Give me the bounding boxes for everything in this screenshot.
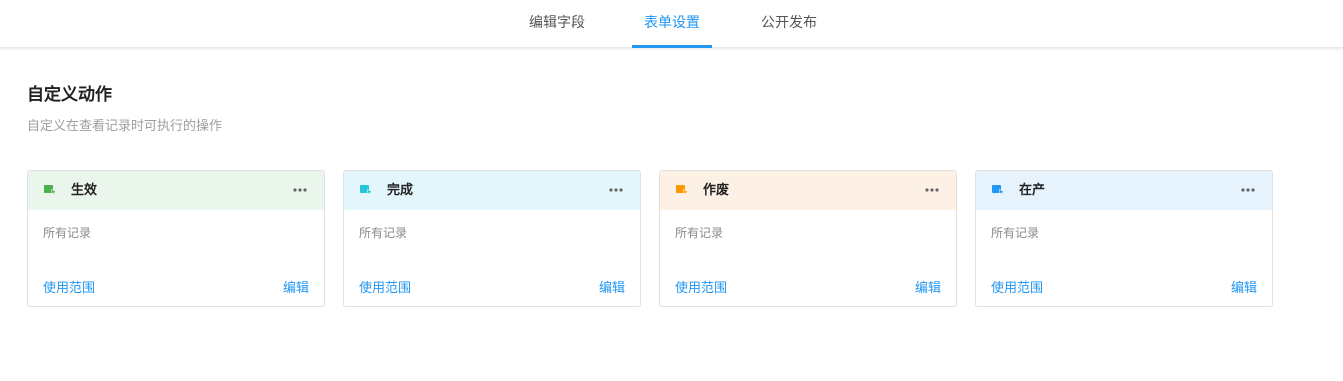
record-scope-text: 所有记录 [675,226,724,240]
cursor-action-icon [44,185,57,195]
record-scope-text: 所有记录 [359,226,408,240]
action-card: 作废 所有记录 使用范围 编辑 [659,170,957,307]
card-title: 作废 [703,183,730,198]
tab-edit-fields[interactable]: 编辑字段 [528,0,586,47]
card-header: 生效 [28,171,324,210]
edit-link[interactable]: 编辑 [599,277,625,296]
more-options-icon[interactable] [1240,183,1256,197]
action-card: 生效 所有记录 使用范围 编辑 [27,170,325,307]
card-header: 作废 [660,171,956,210]
more-options-icon[interactable] [608,183,624,197]
card-title: 在产 [1019,183,1046,198]
usage-scope-link[interactable]: 使用范围 [359,277,411,296]
usage-scope-link[interactable]: 使用范围 [675,277,727,296]
cursor-action-icon [992,185,1005,195]
more-options-icon[interactable] [292,183,308,197]
card-title: 完成 [387,183,414,198]
card-header: 在产 [976,171,1272,210]
record-scope-text: 所有记录 [43,226,92,240]
edit-link[interactable]: 编辑 [283,277,309,296]
tab-form-settings[interactable]: 表单设置 [632,0,712,48]
edit-link[interactable]: 编辑 [915,277,941,296]
cursor-action-icon [676,185,689,195]
card-title: 生效 [71,183,98,198]
usage-scope-link[interactable]: 使用范围 [991,277,1043,296]
section-description: 自定义在查看记录时可执行的操作 [27,119,223,134]
action-card: 完成 所有记录 使用范围 编辑 [343,170,641,307]
more-options-icon[interactable] [924,183,940,197]
top-nav-bar: 编辑字段 表单设置 公开发布 [0,0,1343,48]
usage-scope-link[interactable]: 使用范围 [43,277,95,296]
edit-link[interactable]: 编辑 [1231,277,1257,296]
card-header: 完成 [344,171,640,210]
action-card: 在产 所有记录 使用范围 编辑 [975,170,1273,307]
section-title: 自定义动作 [27,85,112,105]
tab-public-publish[interactable]: 公开发布 [760,0,818,47]
record-scope-text: 所有记录 [991,226,1040,240]
tab-bar: 编辑字段 表单设置 公开发布 [0,0,1343,48]
cursor-action-icon [360,185,373,195]
